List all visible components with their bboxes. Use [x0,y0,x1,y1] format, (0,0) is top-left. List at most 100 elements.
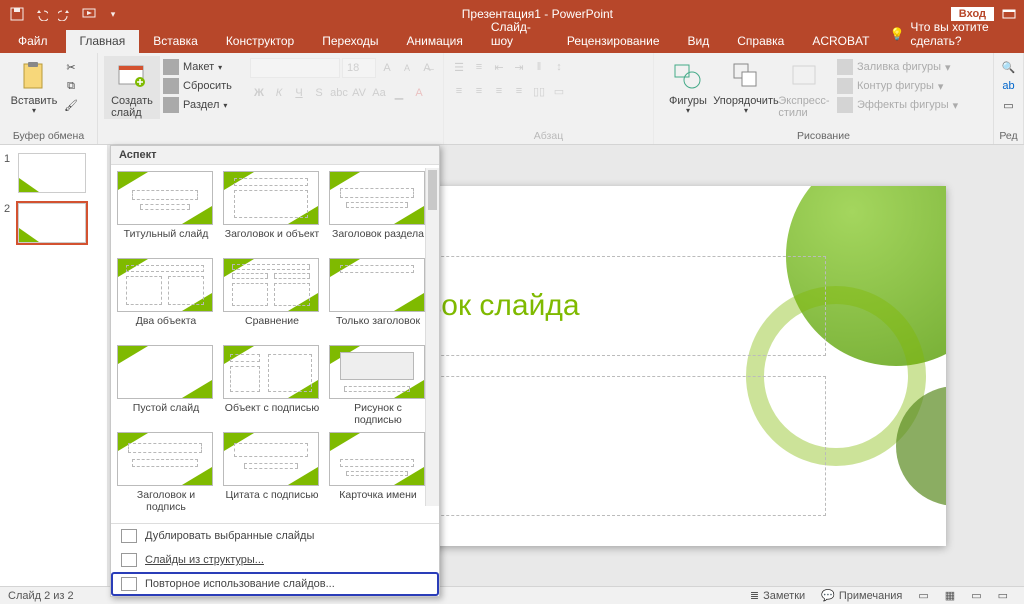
reset-button[interactable]: Сбросить [160,77,235,95]
duplicate-slides-item[interactable]: Дублировать выбранные слайды [111,524,439,548]
slideshow-view-icon[interactable]: ▭ [990,589,1016,602]
qat-more-icon[interactable]: ▾ [102,3,124,25]
font-name[interactable] [250,58,340,78]
layout-label: Титульный слайд [117,228,215,254]
layout-blank[interactable]: Пустой слайд [117,345,215,430]
text-direction-icon[interactable]: ↕ [550,58,568,76]
tab-animations[interactable]: Анимация [393,30,477,53]
comments-button[interactable]: 💬 Примечания [813,589,910,602]
slides-from-outline-item[interactable]: Слайды из структуры... [111,548,439,572]
shape-outline-button[interactable]: Контур фигуры ▾ [834,77,961,95]
shrink-font-icon[interactable]: A [398,59,416,77]
section-button[interactable]: Раздел ▾ [160,96,235,114]
slideshow-icon[interactable] [78,3,100,25]
align-left-icon[interactable]: ≡ [450,82,468,100]
font-color-icon[interactable]: A [410,84,428,102]
indent-inc-icon[interactable]: ⇥ [510,58,528,76]
tab-view[interactable]: Вид [674,30,724,53]
tab-review[interactable]: Рецензирование [553,30,674,53]
tab-transitions[interactable]: Переходы [308,30,392,53]
sorter-view-icon[interactable]: ▦ [937,589,963,602]
numbering-icon[interactable]: ≡ [470,58,488,76]
layout-title-only[interactable]: Только заголовок [329,258,427,343]
case-icon[interactable]: Aa [370,84,388,102]
reuse-slides-item[interactable]: Повторное использование слайдов... [111,572,439,596]
quick-styles-label: Экспресс- стили [778,95,829,119]
find-icon[interactable]: 🔍 [1000,58,1018,76]
new-slide-button[interactable]: Создать слайд [104,56,160,119]
layout-title-caption[interactable]: Заголовок и подпись [117,432,215,517]
select-icon[interactable]: ▭ [1000,96,1018,114]
replace-icon[interactable]: ab [1000,77,1018,95]
format-painter-icon[interactable]: 🖌 [62,96,80,114]
layout-label: Только заголовок [329,315,427,341]
spacing-icon[interactable]: AV [350,84,368,102]
layout-title-slide[interactable]: Титульный слайд [117,171,215,256]
layout-label: Заголовок и подпись [117,489,215,515]
arrange-button[interactable]: Упорядочить▾ [718,56,774,119]
italic-icon[interactable]: К [270,84,288,102]
reading-view-icon[interactable]: ▭ [963,589,989,602]
layout-name-card[interactable]: Карточка имени [329,432,427,517]
layout-picture-caption[interactable]: Рисунок с подписью [329,345,427,430]
layout-comparison[interactable]: Сравнение [223,258,321,343]
signin-button[interactable]: Вход [951,7,994,21]
layout-two-content[interactable]: Два объекта [117,258,215,343]
layout-label: Макет [183,61,214,73]
bold-icon[interactable]: Ж [250,84,268,102]
body-placeholder[interactable]: да [396,376,826,516]
justify-icon[interactable]: ≡ [510,82,528,100]
layout-title-content[interactable]: Заголовок и объект [223,171,321,256]
normal-view-icon[interactable]: ▭ [910,589,936,602]
shapes-icon [672,60,704,92]
shadow-icon[interactable]: S [310,84,328,102]
strike-icon[interactable]: abc [330,84,348,102]
tab-design[interactable]: Конструктор [212,30,308,53]
duplicate-icon [121,529,137,543]
layout-section-header[interactable]: Заголовок раздела [329,171,427,256]
ribbon-options-icon[interactable] [1002,7,1016,21]
notes-button[interactable]: ≣ Заметки [742,589,813,602]
tab-acrobat[interactable]: ACROBAT [798,30,883,53]
indent-dec-icon[interactable]: ⇤ [490,58,508,76]
tab-help[interactable]: Справка [723,30,798,53]
layout-icon [163,59,179,75]
tab-home[interactable]: Главная [66,30,140,53]
shape-fill-button[interactable]: Заливка фигуры ▾ [834,58,961,76]
columns-icon[interactable]: ▯▯ [530,82,548,100]
thumbnail-1[interactable]: 1 [4,153,103,193]
layout-quote-caption[interactable]: Цитата с подписью [223,432,321,517]
save-icon[interactable] [6,3,28,25]
undo-icon[interactable] [30,3,52,25]
outline-icon [837,78,853,94]
underline-icon[interactable]: Ч [290,84,308,102]
layout-label: Заголовок и объект [223,228,321,254]
gallery-scrollbar[interactable] [425,168,439,506]
thumbnail-2[interactable]: 2 [4,203,103,243]
layout-button[interactable]: Макет ▾ [160,58,235,76]
bullets-icon[interactable]: ☰ [450,58,468,76]
fill-icon [837,59,853,75]
clear-format-icon[interactable]: A̶ [418,59,436,77]
title-placeholder[interactable]: овок слайда [396,256,826,356]
ribbon: Вставить ▾ ✂ ⧉ 🖌 Буфер обмена Создать сл… [0,53,1024,145]
tab-insert[interactable]: Вставка [139,30,212,53]
grow-font-icon[interactable]: A [378,59,396,77]
quick-styles-button[interactable]: Экспресс- стили [776,56,832,119]
redo-icon[interactable] [54,3,76,25]
paste-button[interactable]: Вставить ▾ [6,56,62,116]
highlight-icon[interactable]: ▁ [390,84,408,102]
tab-slideshow[interactable]: Слайд-шоу [477,16,553,53]
line-spacing-icon[interactable]: ‖ [530,58,548,76]
align-right-icon[interactable]: ≡ [490,82,508,100]
align-center-icon[interactable]: ≡ [470,82,488,100]
shape-effects-button[interactable]: Эффекты фигуры ▾ [834,96,961,114]
copy-icon[interactable]: ⧉ [62,77,80,95]
tell-me[interactable]: 💡 Что вы хотите сделать? [883,20,1024,53]
shapes-button[interactable]: Фигуры▾ [660,56,716,119]
tab-file[interactable]: Файл [0,30,66,53]
font-size[interactable]: 18 [342,58,376,78]
smartart-icon[interactable]: ▭ [550,82,568,100]
cut-icon[interactable]: ✂ [62,58,80,76]
layout-content-caption[interactable]: Объект с подписью [223,345,321,430]
